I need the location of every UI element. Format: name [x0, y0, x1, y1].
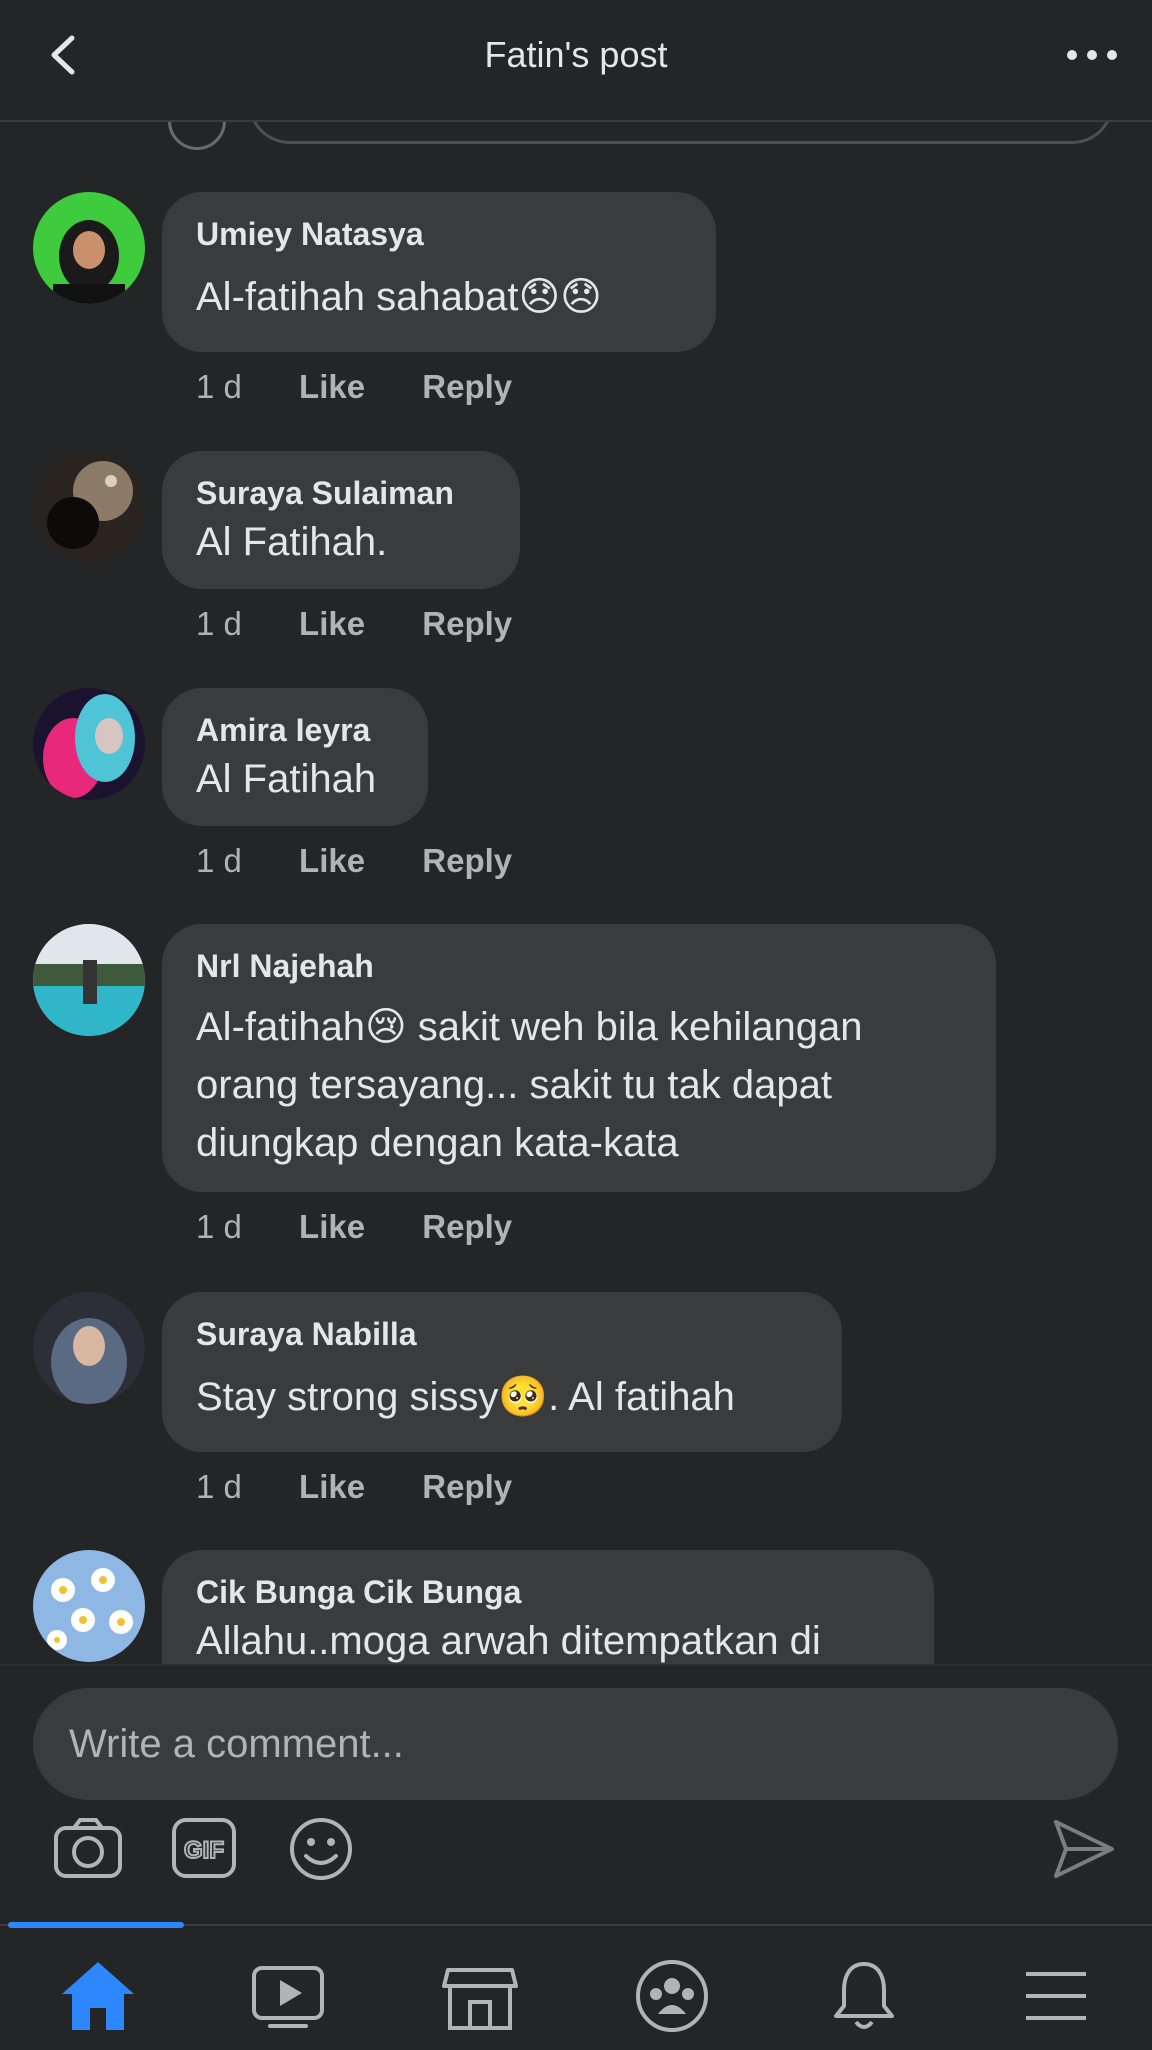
comment-actions: 1 d Like Reply — [196, 1468, 560, 1506]
like-button[interactable]: Like — [299, 1468, 365, 1505]
reply-button[interactable]: Reply — [422, 1468, 512, 1505]
comment-bubble: Nrl Najehah Al-fatihah😢 sakit weh bila k… — [162, 924, 996, 1192]
reply-input[interactable] — [248, 120, 1114, 144]
emoji-icon[interactable] — [288, 1816, 354, 1882]
comment-time: 1 d — [196, 842, 242, 879]
like-button[interactable]: Like — [299, 605, 365, 642]
comment-author[interactable]: Suraya Nabilla — [196, 1314, 808, 1354]
video-icon[interactable] — [248, 1956, 328, 2036]
comment-text: Allahu..moga arwah ditempatkan di — [196, 1619, 821, 1663]
comment-bubble: Suraya Sulaiman Al Fatihah. — [162, 451, 520, 589]
comment-author[interactable]: Umiey Natasya — [196, 214, 682, 254]
bottom-navigation — [0, 1922, 1152, 2050]
comment-text: Al-fatihah sahabat😞😞 — [196, 275, 602, 319]
comment-text: Al Fatihah. — [196, 520, 388, 564]
groups-icon[interactable] — [632, 1956, 712, 2036]
comment-author[interactable]: Cik Bunga Cik Bunga — [196, 1572, 900, 1612]
comment-author[interactable]: Nrl Najehah — [196, 946, 962, 986]
comment-author[interactable]: Amira Ieyra — [196, 710, 394, 750]
comment-time: 1 d — [196, 1468, 242, 1505]
top-bar: Fatin's post — [0, 0, 1152, 122]
camera-icon[interactable] — [52, 1816, 124, 1880]
marketplace-icon[interactable] — [440, 1956, 520, 2036]
comment-time: 1 d — [196, 1208, 242, 1245]
page-title: Fatin's post — [484, 34, 668, 75]
comment-input[interactable] — [33, 1688, 1118, 1800]
avatar — [168, 120, 226, 150]
comment-actions: 1 d Like Reply — [196, 605, 560, 643]
comment-time: 1 d — [196, 368, 242, 405]
reply-button[interactable]: Reply — [422, 842, 512, 879]
comment-text: Al-fatihah😢 sakit weh bila kehilangan or… — [196, 1005, 863, 1165]
comment-author[interactable]: Suraya Sulaiman — [196, 473, 486, 513]
menu-icon[interactable] — [1016, 1956, 1096, 2036]
avatar[interactable] — [33, 924, 145, 1036]
avatar[interactable] — [33, 192, 145, 304]
reply-button[interactable]: Reply — [422, 605, 512, 642]
avatar[interactable] — [33, 1550, 145, 1662]
send-icon[interactable] — [1050, 1816, 1118, 1882]
comment-composer: GIF — [0, 1664, 1152, 1926]
comment-bubble: Suraya Nabilla Stay strong sissy🥺. Al fa… — [162, 1292, 842, 1452]
more-options-icon[interactable] — [1062, 40, 1122, 70]
svg-text:GIF: GIF — [184, 1837, 224, 1864]
comment-bubble: Amira Ieyra Al Fatihah — [162, 688, 428, 826]
like-button[interactable]: Like — [299, 368, 365, 405]
like-button[interactable]: Like — [299, 842, 365, 879]
home-icon[interactable] — [58, 1956, 138, 2036]
comment-text: Stay strong sissy🥺. Al fatihah — [196, 1375, 735, 1419]
comment-actions: 1 d Like Reply — [196, 1208, 560, 1246]
avatar[interactable] — [33, 688, 145, 800]
like-button[interactable]: Like — [299, 1208, 365, 1245]
comment-bubble: Umiey Natasya Al-fatihah sahabat😞😞 — [162, 192, 716, 352]
previous-reply-composer — [0, 120, 1152, 150]
gif-icon[interactable]: GIF — [170, 1816, 238, 1880]
avatar[interactable] — [33, 451, 145, 563]
comment-actions: 1 d Like Reply — [196, 368, 560, 406]
bell-icon[interactable] — [824, 1956, 904, 2036]
reply-button[interactable]: Reply — [422, 368, 512, 405]
reply-button[interactable]: Reply — [422, 1208, 512, 1245]
comment-actions: 1 d Like Reply — [196, 842, 560, 880]
comment-time: 1 d — [196, 605, 242, 642]
active-tab-indicator — [8, 1922, 184, 1928]
comment-text: Al Fatihah — [196, 757, 377, 801]
avatar[interactable] — [33, 1292, 145, 1404]
